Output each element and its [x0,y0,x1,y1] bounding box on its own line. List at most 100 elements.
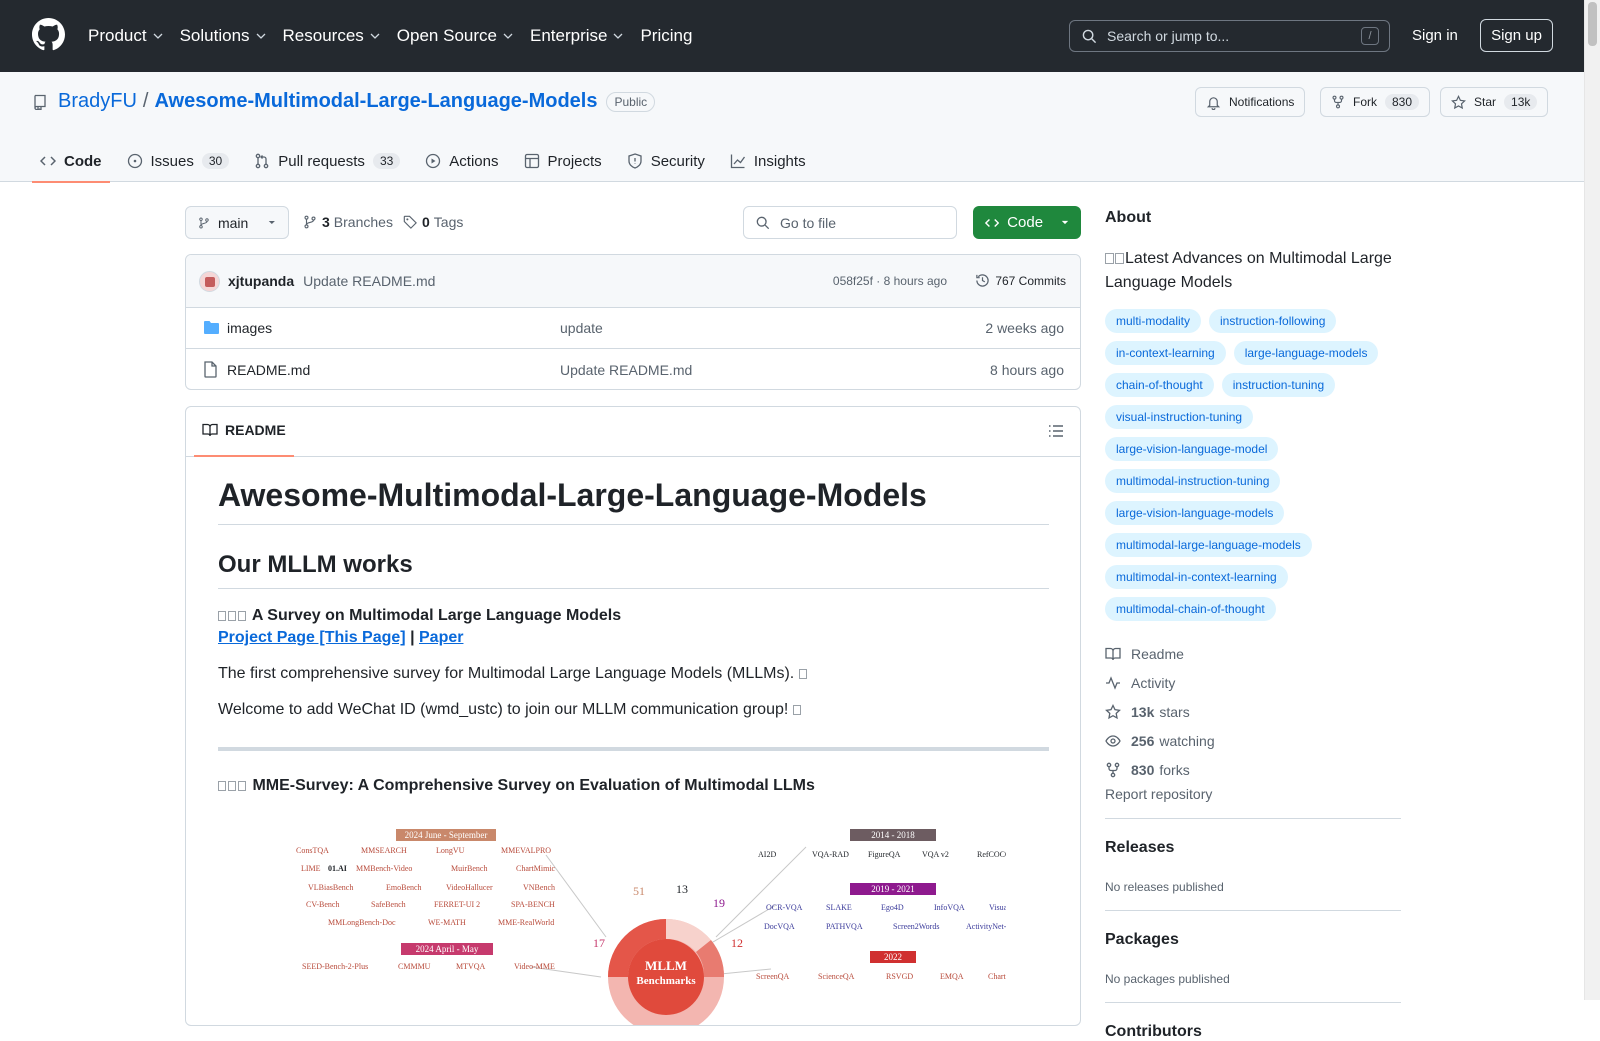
fork-label: Fork [1353,95,1377,109]
bench-label: WE-MATH [428,918,466,927]
repo-name-link[interactable]: Awesome-Multimodal-Large-Language-Models [154,90,597,113]
avatar[interactable] [199,270,220,292]
packages-title[interactable]: Packages [1105,931,1401,949]
commit-meta[interactable]: 058f25f · 8 hours ago [833,274,947,288]
repo-owner-link[interactable]: BradyFU [58,90,137,113]
topic-tag[interactable]: instruction-following [1209,309,1337,333]
search-input[interactable]: Search or jump to... / [1069,20,1390,52]
outline-icon[interactable] [1048,423,1064,439]
folder-icon [204,321,219,334]
latest-commit: xjtupanda Update README.md 058f25f · 8 h… [186,255,1080,308]
file-commit-message[interactable]: update [560,320,603,336]
stars-link[interactable]: 13k stars [1105,697,1401,726]
topic-tag[interactable]: multimodal-large-language-models [1105,533,1312,557]
bench-label: OCR-VQA [766,903,803,912]
tab-pull-requests[interactable]: Pull requests 33 [246,140,408,182]
nav-enterprise[interactable]: Enterprise [530,26,623,46]
tab-code[interactable]: Code [32,140,110,183]
branches-link[interactable]: 3 Branches [303,214,393,230]
file-commit-message[interactable]: Update README.md [560,362,692,378]
topic-tag[interactable]: in-context-learning [1105,341,1226,365]
topic-tag[interactable]: multimodal-chain-of-thought [1105,597,1276,621]
nav-resources[interactable]: Resources [283,26,380,46]
tab-issues[interactable]: Issues 30 [119,140,238,182]
bench-label: SPA-BENCH [511,900,555,909]
center-label: Benchmarks [636,975,696,987]
topic-tag[interactable]: large-vision-language-models [1105,501,1285,525]
bench-label: SafeBench [371,900,406,909]
github-logo-icon[interactable] [32,18,65,51]
book-icon [1105,647,1121,660]
year-tag-label: 2014 - 2018 [871,830,915,840]
bench-label: SEED-Bench-2-Plus [302,962,368,971]
topic-tag[interactable]: multimodal-in-context-learning [1105,565,1288,589]
year-tag-label: 2022 [884,952,902,962]
forks-count: 830 [1131,761,1155,778]
topic-tag[interactable]: multimodal-instruction-tuning [1105,469,1281,493]
file-name[interactable]: README.md [227,362,310,378]
sign-up-button[interactable]: Sign up [1480,19,1553,52]
branch-select[interactable]: main [185,206,289,239]
commit-message[interactable]: Update README.md [303,273,435,289]
bench-label: MMLongBench-Doc [328,918,396,927]
nav-open-source-label: Open Source [396,26,497,45]
watching-link[interactable]: 256 watching [1105,726,1401,755]
nav-open-source[interactable]: Open Source [397,26,513,46]
code-button[interactable]: Code [973,206,1081,239]
bench-label: ConsTQA [296,846,329,855]
about-title: About [1105,209,1152,226]
fork-icon [1332,95,1344,109]
topic-tag[interactable]: chain-of-thought [1105,373,1214,397]
tags-count: 0 [422,214,430,230]
commits-link[interactable]: 767 Commits [975,273,1066,288]
contributors-title[interactable]: Contributors [1105,1023,1401,1041]
notifications-button[interactable]: Notifications [1195,87,1306,117]
file-icon [204,361,217,378]
paper-link[interactable]: Paper [419,629,463,646]
page-scrollbar[interactable] [1584,0,1600,1000]
topic-tag[interactable]: multi-modality [1105,309,1202,333]
file-name[interactable]: images [227,320,272,336]
scrollbar-thumb[interactable] [1588,2,1597,46]
tab-projects[interactable]: Projects [516,140,610,182]
table-icon [524,153,539,169]
star-button[interactable]: Star 13k [1440,87,1549,117]
bench-label: ChartMimic [516,864,556,873]
file-row[interactable]: images update 2 weeks ago [186,308,1080,349]
work-links: Project Page [This Page] | Paper [218,629,1049,647]
topic-tag[interactable]: visual-instruction-tuning [1105,405,1254,429]
repo-icon [34,94,46,110]
topic-tag[interactable]: large-language-models [1233,341,1379,365]
go-to-file-input[interactable]: Go to file [743,206,957,239]
packages-empty: No packages published [1105,972,1230,986]
project-page-link[interactable]: Project Page [This Page] [218,629,406,646]
commit-author[interactable]: xjtupanda [228,273,294,289]
code-button-label: Code [1007,214,1044,231]
releases-title[interactable]: Releases [1105,839,1401,857]
fork-button[interactable]: Fork 830 [1320,87,1431,117]
tab-pull-requests-count: 33 [372,153,401,169]
tab-insights[interactable]: Insights [722,140,814,182]
tab-actions[interactable]: Actions [417,140,506,182]
nav-pricing[interactable]: Pricing [640,26,692,46]
report-repository-link[interactable]: Report repository [1105,786,1401,802]
tags-link[interactable]: 0 Tags [403,214,463,230]
readme-tab[interactable]: README [194,422,294,457]
bench-label: ScienceQA [818,972,855,981]
forks-link[interactable]: 830 forks [1105,755,1401,784]
topics-list: multi-modality instruction-following in-… [1105,309,1401,621]
file-row[interactable]: README.md Update README.md 8 hours ago [186,349,1080,390]
stars-count: 13k [1131,703,1155,720]
activity-link[interactable]: Activity [1105,668,1401,697]
nav-resources-label: Resources [282,26,364,45]
readme-link[interactable]: Readme [1105,639,1401,668]
sign-in-link[interactable]: Sign in [1412,27,1458,44]
bench-label: Video-MME [514,962,555,971]
nav-solutions[interactable]: Solutions [180,26,266,46]
nav-product[interactable]: Product [88,26,163,46]
topic-tag[interactable]: instruction-tuning [1221,373,1336,397]
readme-title: Awesome-Multimodal-Large-Language-Models [218,477,1049,525]
topic-tag[interactable]: large-vision-language-model [1105,437,1279,461]
tab-security[interactable]: Security [619,140,713,182]
bench-label: CMMMU [398,962,431,971]
